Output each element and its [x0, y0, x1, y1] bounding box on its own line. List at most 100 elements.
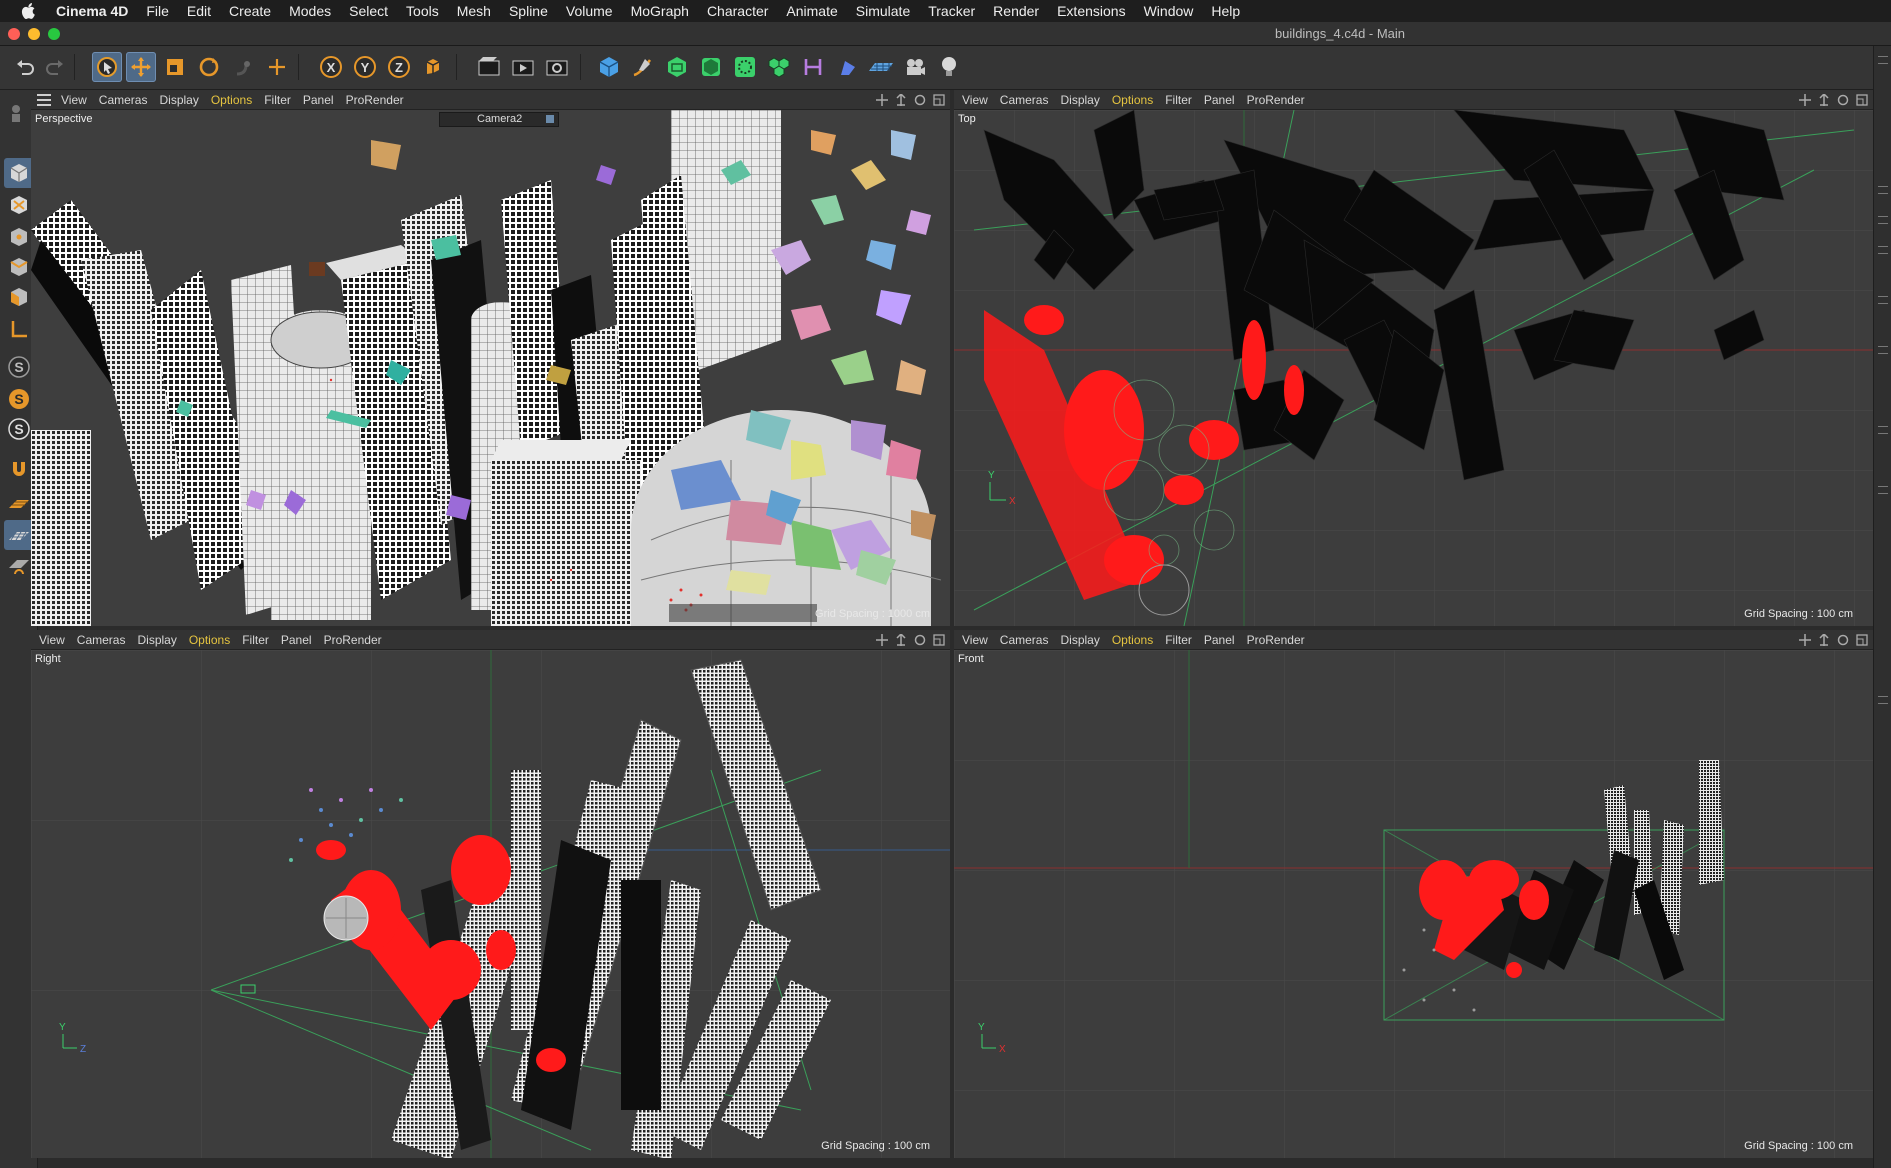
viewport-menu-panel[interactable]: Panel: [279, 633, 322, 647]
viewport-rotate-icon[interactable]: [1836, 93, 1850, 107]
scale-icon[interactable]: [160, 52, 190, 82]
viewport-pan-icon[interactable]: [875, 93, 889, 107]
close-window-button[interactable]: [8, 28, 20, 40]
points-mode-icon[interactable]: [4, 222, 34, 252]
viewport-menu-display[interactable]: Display: [135, 633, 186, 647]
viewport-dolly-icon[interactable]: [894, 93, 908, 107]
viewport-pan-icon[interactable]: [1798, 93, 1812, 107]
viewport-menu-hamburger-icon[interactable]: [37, 93, 51, 106]
spline-wrap-icon[interactable]: [832, 52, 862, 82]
viewport-menu-options[interactable]: Options: [187, 633, 240, 647]
uv-mode-icon[interactable]: [4, 190, 34, 220]
live-select-icon[interactable]: [92, 52, 122, 82]
top-viewport[interactable]: View Cameras Display Options Filter Pane…: [954, 90, 1873, 626]
workplane-icon[interactable]: [4, 490, 34, 520]
deformer-icon[interactable]: [798, 52, 828, 82]
viewport-menu-options[interactable]: Options: [1110, 93, 1163, 107]
menu-simulate[interactable]: Simulate: [847, 0, 919, 22]
cloner-icon[interactable]: [730, 52, 760, 82]
viewport-maximize-icon[interactable]: [1855, 633, 1869, 647]
menu-tools[interactable]: Tools: [397, 0, 448, 22]
right-viewport[interactable]: View Cameras Display Options Filter Pane…: [31, 630, 950, 1158]
viewport-rotate-icon[interactable]: [913, 633, 927, 647]
front-viewport[interactable]: View Cameras Display Options Filter Pane…: [954, 630, 1873, 1158]
menu-window[interactable]: Window: [1135, 0, 1203, 22]
z-lock-icon[interactable]: Z: [384, 52, 414, 82]
perspective-viewport[interactable]: View Cameras Display Options Filter Pane…: [31, 90, 950, 626]
model-mode-icon[interactable]: [4, 98, 34, 128]
menu-mesh[interactable]: Mesh: [448, 0, 500, 22]
move-icon[interactable]: [126, 52, 156, 82]
menu-mograph[interactable]: MoGraph: [622, 0, 698, 22]
magnet-icon[interactable]: [4, 454, 34, 484]
y-lock-icon[interactable]: Y: [350, 52, 380, 82]
viewport-rotate-icon[interactable]: [1836, 633, 1850, 647]
viewport-menu-filter[interactable]: Filter: [1163, 633, 1202, 647]
viewport-dolly-icon[interactable]: [894, 633, 908, 647]
attribute-panel-edge[interactable]: [1873, 46, 1891, 1168]
menu-select[interactable]: Select: [340, 0, 397, 22]
camera-link-icon[interactable]: [546, 115, 554, 123]
render-settings-icon[interactable]: [542, 52, 572, 82]
edges-mode-icon[interactable]: [4, 252, 34, 282]
viewport-dolly-icon[interactable]: [1817, 93, 1831, 107]
render-view-icon[interactable]: [474, 52, 504, 82]
redo-icon[interactable]: [40, 52, 70, 82]
viewport-menu-cameras[interactable]: Cameras: [75, 633, 136, 647]
viewport-menu-prorender[interactable]: ProRender: [322, 633, 392, 647]
world-axis-icon[interactable]: [262, 52, 292, 82]
grid-icon[interactable]: [4, 520, 34, 550]
viewport-menu-filter[interactable]: Filter: [1163, 93, 1202, 107]
viewport-menu-cameras[interactable]: Cameras: [97, 93, 158, 107]
viewport-rotate-icon[interactable]: [913, 93, 927, 107]
viewport-menu-view[interactable]: View: [954, 633, 998, 647]
viewport-menu-display[interactable]: Display: [1058, 633, 1109, 647]
apple-menu-icon[interactable]: [18, 0, 38, 22]
menu-extensions[interactable]: Extensions: [1048, 0, 1134, 22]
zoom-window-button[interactable]: [48, 28, 60, 40]
menu-character[interactable]: Character: [698, 0, 777, 22]
top-view-area[interactable]: Top Y X Grid Spacing: 100 cm: [954, 110, 1873, 626]
subdivision-icon[interactable]: [662, 52, 692, 82]
axis-mode-icon[interactable]: [4, 314, 34, 344]
viewport-menu-display[interactable]: Display: [1058, 93, 1109, 107]
viewport-menu-panel[interactable]: Panel: [1202, 633, 1245, 647]
texture-mode-icon[interactable]: [4, 158, 34, 188]
viewport-menu-prorender[interactable]: ProRender: [1245, 93, 1315, 107]
undo-icon[interactable]: [10, 52, 40, 82]
viewport-maximize-icon[interactable]: [1855, 93, 1869, 107]
viewport-menu-cameras[interactable]: Cameras: [998, 93, 1059, 107]
menu-tracker[interactable]: Tracker: [919, 0, 984, 22]
front-view-area[interactable]: Front Y X Grid Spacing: 100 cm: [954, 650, 1873, 1158]
viewport-pan-icon[interactable]: [1798, 633, 1812, 647]
menu-animate[interactable]: Animate: [777, 0, 846, 22]
viewport-menu-cameras[interactable]: Cameras: [998, 633, 1059, 647]
render-to-picture-viewer-icon[interactable]: [508, 52, 538, 82]
viewport-menu-display[interactable]: Display: [157, 93, 208, 107]
viewport-menu-panel[interactable]: Panel: [301, 93, 344, 107]
floor-icon[interactable]: [866, 52, 896, 82]
menu-help[interactable]: Help: [1202, 0, 1249, 22]
menu-spline[interactable]: Spline: [500, 0, 557, 22]
extrude-icon[interactable]: [696, 52, 726, 82]
snap-settings-icon[interactable]: S: [4, 384, 34, 414]
camera-selector[interactable]: Camera2: [439, 112, 559, 127]
menu-edit[interactable]: Edit: [178, 0, 220, 22]
viewport-dolly-icon[interactable]: [1817, 633, 1831, 647]
app-name-menu[interactable]: Cinema 4D: [50, 0, 137, 22]
viewport-menu-filter[interactable]: Filter: [262, 93, 301, 107]
viewport-menu-view[interactable]: View: [59, 93, 97, 107]
viewport-maximize-icon[interactable]: [932, 633, 946, 647]
viewport-menu-prorender[interactable]: ProRender: [344, 93, 414, 107]
camera-icon[interactable]: [900, 52, 930, 82]
viewport-menu-view[interactable]: View: [954, 93, 998, 107]
menu-render[interactable]: Render: [984, 0, 1048, 22]
solo-icon[interactable]: [4, 552, 34, 582]
array-icon[interactable]: [764, 52, 794, 82]
viewport-menu-prorender[interactable]: ProRender: [1245, 633, 1315, 647]
minimize-window-button[interactable]: [28, 28, 40, 40]
perspective-view-area[interactable]: Perspective Camera2 Grid Spacing: 1000 …: [31, 110, 950, 626]
snap-icon[interactable]: S: [4, 352, 34, 382]
viewport-menu-view[interactable]: View: [31, 633, 75, 647]
polygons-mode-icon[interactable]: [4, 282, 34, 312]
